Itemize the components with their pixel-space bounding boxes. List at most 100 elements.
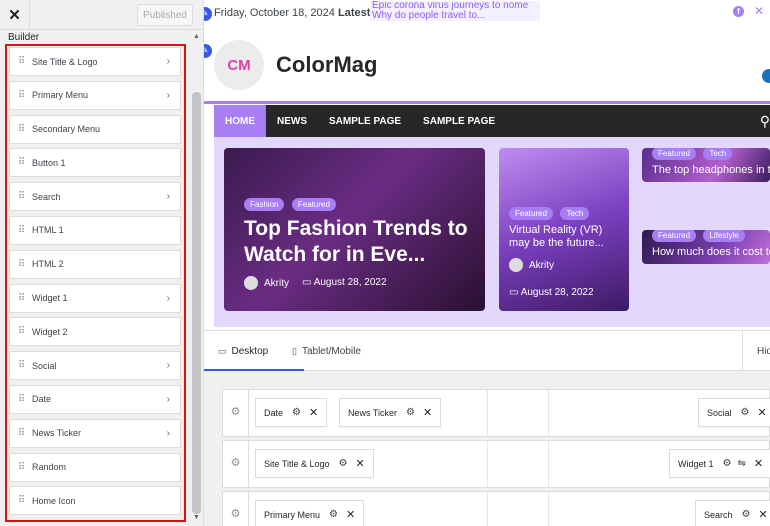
- ticker-item[interactable]: Why do people travel to...: [372, 11, 540, 21]
- hide-button[interactable]: Hide: [742, 331, 770, 371]
- tag-badge[interactable]: Featured: [509, 207, 554, 220]
- nav-sample-page[interactable]: SAMPLE PAGE: [412, 105, 506, 137]
- builder-chip[interactable]: Site Title & Logo ⚙ ✕: [255, 449, 374, 478]
- chip-label: Primary Menu: [264, 509, 321, 520]
- scrollbar-thumb[interactable]: [192, 92, 201, 514]
- component-search[interactable]: ⠿ Search ›: [9, 182, 181, 212]
- builder-chip[interactable]: Social ⚙ ✕: [698, 398, 770, 427]
- publish-button[interactable]: Published: [137, 4, 193, 26]
- card-headline[interactable]: The top headphones in the market right..…: [652, 164, 770, 177]
- drag-handle-icon[interactable]: ⠿: [10, 462, 32, 473]
- site-preview: Friday, October 18, 2024 Latest: Epic co…: [204, 0, 770, 330]
- gear-icon[interactable]: ⚙: [329, 509, 338, 520]
- featured-card-mid[interactable]: Featured Tech Virtual Reality (VR) may b…: [499, 148, 629, 311]
- close-icon[interactable]: ✕: [309, 406, 318, 419]
- card-headline[interactable]: How much does it cost to get...: [652, 246, 770, 259]
- drag-handle-icon[interactable]: ⠿: [10, 394, 32, 405]
- close-icon[interactable]: ✕: [423, 406, 432, 419]
- x-twitter-icon[interactable]: ✕: [754, 4, 764, 18]
- card-author[interactable]: Akrity: [509, 258, 554, 272]
- component-html-1[interactable]: ⠿ HTML 1: [9, 215, 181, 245]
- component-label: Site Title & Logo: [32, 56, 98, 67]
- drag-handle-icon[interactable]: ⠿: [10, 56, 32, 67]
- row-divider: [548, 390, 549, 436]
- close-icon[interactable]: ✕: [346, 508, 355, 521]
- row-settings-gear-icon[interactable]: ⚙: [223, 441, 249, 487]
- row-settings-gear-icon[interactable]: ⚙: [223, 390, 249, 436]
- drag-handle-icon[interactable]: ⠿: [10, 259, 32, 270]
- gear-icon[interactable]: ⚙: [406, 407, 415, 418]
- drag-handle-icon[interactable]: ⠿: [10, 293, 32, 304]
- facebook-icon[interactable]: f: [733, 6, 744, 17]
- site-title[interactable]: ColorMag: [276, 52, 377, 78]
- drag-handle-icon[interactable]: ⠿: [10, 124, 32, 135]
- component-widget-2[interactable]: ⠿ Widget 2: [9, 317, 181, 347]
- component-social[interactable]: ⠿ Social ›: [9, 351, 181, 381]
- gear-icon[interactable]: ⚙: [742, 509, 751, 520]
- news-ticker[interactable]: Epic corona virus journeys to nome Why d…: [370, 1, 540, 21]
- tag-badge[interactable]: Featured: [652, 148, 697, 160]
- tab-desktop[interactable]: ▭ Desktop: [218, 346, 268, 357]
- close-icon[interactable]: ✕: [759, 508, 768, 521]
- card-headline[interactable]: Virtual Reality (VR) may be the future..…: [509, 224, 624, 250]
- drag-handle-icon[interactable]: ⠿: [10, 225, 32, 236]
- builder-chip[interactable]: Search ⚙ ✕: [695, 500, 770, 526]
- component-primary-menu[interactable]: ⠿ Primary Menu ›: [9, 80, 181, 110]
- nav-sample-page[interactable]: SAMPLE PAGE: [318, 105, 412, 137]
- builder-chip[interactable]: Primary Menu ⚙ ✕: [255, 500, 365, 526]
- tag-badge[interactable]: Fashion: [244, 198, 285, 211]
- featured-card-small[interactable]: Featured Tech The top headphones in the …: [642, 148, 770, 182]
- search-icon[interactable]: ⚲: [760, 113, 770, 130]
- drag-handle-icon[interactable]: ⠿: [10, 90, 32, 101]
- component-date[interactable]: ⠿ Date ›: [9, 384, 181, 414]
- drag-handle-icon[interactable]: ⠿: [10, 428, 32, 439]
- panel-topbar: ✕ Published: [0, 0, 203, 30]
- gear-icon[interactable]: ⚙: [741, 407, 750, 418]
- component-button-1[interactable]: ⠿ Button 1: [9, 148, 181, 178]
- close-icon[interactable]: ✕: [0, 0, 30, 30]
- component-widget-1[interactable]: ⠿ Widget 1 ›: [9, 283, 181, 313]
- component-news-ticker[interactable]: ⠿ News Ticker ›: [9, 418, 181, 448]
- close-icon[interactable]: ✕: [757, 406, 766, 419]
- author-name[interactable]: Akrity: [529, 260, 554, 271]
- drag-handle-icon[interactable]: ⠿: [10, 157, 32, 168]
- tag-badge[interactable]: Lifestyle: [703, 230, 745, 242]
- tag-badge[interactable]: Tech: [703, 148, 733, 160]
- gear-icon[interactable]: ⚙: [723, 458, 732, 469]
- component-html-2[interactable]: ⠿ HTML 2: [9, 249, 181, 279]
- builder-chip[interactable]: Widget 1 ⚙ ⇋ ✕: [669, 449, 770, 478]
- close-icon[interactable]: ✕: [754, 457, 763, 470]
- author-name[interactable]: Akrity: [264, 278, 289, 289]
- edit-shortcut-icon[interactable]: [762, 69, 770, 83]
- tag-badge[interactable]: Featured: [291, 198, 336, 211]
- nav-home[interactable]: HOME: [214, 105, 266, 137]
- gear-icon[interactable]: ⚙: [339, 458, 348, 469]
- drag-handle-icon[interactable]: ⠿: [10, 191, 32, 202]
- featured-card-small[interactable]: Featured Lifestyle How much does it cost…: [642, 230, 770, 264]
- nav-news[interactable]: NEWS: [266, 105, 318, 137]
- card-headline[interactable]: Top Fashion Trends to Watch for in Eve..…: [244, 216, 474, 268]
- tag-badge[interactable]: Tech: [560, 207, 590, 220]
- component-home-icon[interactable]: ⠿ Home Icon: [9, 486, 181, 516]
- component-site-title-logo[interactable]: ⠿ Site Title & Logo ›: [9, 47, 181, 76]
- builder-chip[interactable]: News Ticker ⚙ ✕: [339, 398, 442, 427]
- drag-handle-icon[interactable]: ⠿: [10, 326, 32, 337]
- builder-chip[interactable]: Date ⚙ ✕: [255, 398, 328, 427]
- gear-icon[interactable]: ⚙: [292, 407, 301, 418]
- scroll-down-icon[interactable]: ▼: [193, 514, 200, 521]
- drag-handle-icon[interactable]: ⠿: [10, 360, 32, 371]
- drag-handle-icon[interactable]: ⠿: [10, 495, 32, 506]
- component-label: Widget 2: [32, 326, 68, 337]
- component-label: Home Icon: [32, 495, 76, 506]
- tab-tablet-mobile[interactable]: ▯ Tablet/Mobile: [292, 346, 361, 357]
- site-logo[interactable]: CM: [214, 40, 264, 90]
- featured-card-main[interactable]: Fashion Featured Top Fashion Trends to W…: [224, 148, 485, 311]
- component-random[interactable]: ⠿ Random: [9, 452, 181, 482]
- close-icon[interactable]: ✕: [356, 457, 365, 470]
- scroll-up-icon[interactable]: ▲: [193, 33, 200, 40]
- component-secondary-menu[interactable]: ⠿ Secondary Menu: [9, 114, 181, 144]
- tag-badge[interactable]: Featured: [652, 230, 697, 242]
- row-settings-gear-icon[interactable]: ⚙: [223, 492, 249, 526]
- sliders-icon[interactable]: ⇋: [738, 458, 746, 469]
- card-author[interactable]: Akrity: [244, 276, 289, 290]
